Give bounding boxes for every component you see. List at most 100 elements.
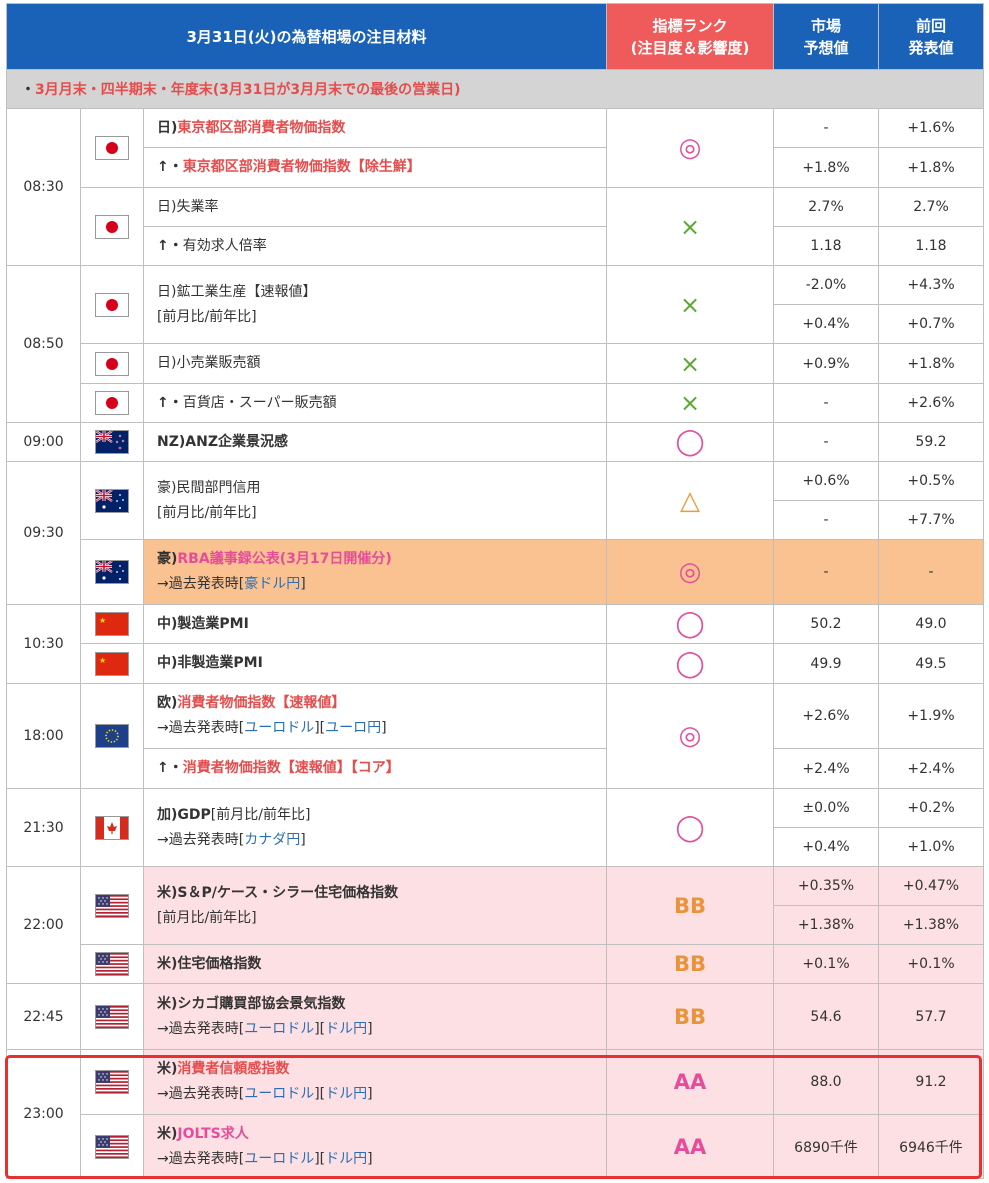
forecast-value: 49.9 xyxy=(773,643,879,684)
forecast-value: +1.38% xyxy=(773,905,879,945)
eu-flag-icon xyxy=(80,683,144,789)
australia-flag-icon xyxy=(80,461,144,540)
time-cell: 08:50 xyxy=(6,265,81,423)
triangle-icon: △ xyxy=(680,485,700,516)
circle-icon: ◯ xyxy=(675,609,705,639)
us-flag-icon xyxy=(80,983,144,1050)
forecast-value: +2.6% xyxy=(773,683,879,749)
link-audjpy[interactable]: 豪ドル円 xyxy=(244,576,300,592)
forecast-value: 6890千件 xyxy=(773,1114,879,1179)
forecast-header-line1: 市場 xyxy=(810,16,841,35)
past-release-label: →過去発表時 xyxy=(157,576,239,592)
month-end-note: ・3月月末・四半期末・年度末(3月31日が3月月末での最後の営業日) xyxy=(6,69,984,109)
indicator-case-shiller: 米)S＆P/ケース・シラー住宅価格指数 [前月比/前年比] xyxy=(143,866,607,945)
country-code: 日) xyxy=(157,119,178,136)
indicator-name: 消費者物価指数【速報値】【コア】 xyxy=(182,760,400,776)
rank-bb: BB xyxy=(606,944,774,984)
link-eurusd[interactable]: ユーロドル xyxy=(244,720,314,736)
country-code: 米) xyxy=(157,955,178,972)
japan-flag-icon xyxy=(80,187,144,266)
japan-flag-icon xyxy=(80,343,144,384)
rank-bb: BB xyxy=(606,866,774,945)
indicator-retail-sales: 日)小売業販売額 xyxy=(143,343,607,384)
indicator-name: 失業率 xyxy=(176,198,219,215)
sub-prefix: ↑・ xyxy=(157,237,183,254)
rank-circle: ◯ xyxy=(606,643,774,684)
link-eurusd[interactable]: ユーロドル xyxy=(244,1086,314,1102)
us-flag-icon xyxy=(80,1114,144,1179)
double-circle-icon: ◎ xyxy=(678,133,702,163)
time-cell: 09:30 xyxy=(6,461,81,605)
previous-value: +1.38% xyxy=(878,905,984,945)
us-flag-icon xyxy=(80,1049,144,1115)
indicator-name: 住宅価格指数 xyxy=(177,955,262,972)
previous-value: 2.7% xyxy=(878,187,984,227)
forecast-value: - xyxy=(773,422,879,462)
rank-cross: × xyxy=(606,343,774,384)
rank-triangle: △ xyxy=(606,461,774,540)
link-eurusd[interactable]: ユーロドル xyxy=(244,1151,314,1167)
country-code: 豪) xyxy=(157,479,177,496)
indicator-anz-business: NZ)ANZ企業景況感 xyxy=(143,422,607,462)
new-zealand-flag-icon xyxy=(80,422,144,462)
previous-header-line2: 発表値 xyxy=(908,38,954,57)
rank-cross: × xyxy=(606,187,774,266)
forecast-value: +0.4% xyxy=(773,827,879,867)
rank-bb-label: BB xyxy=(673,952,706,976)
indicator-house-price: 米)住宅価格指数 xyxy=(143,944,607,984)
svg-text:★: ★ xyxy=(99,616,106,625)
country-code: 加)GDP xyxy=(157,806,211,823)
link-usdjpy[interactable]: ドル円 xyxy=(325,1086,367,1102)
rank-cross: × xyxy=(606,265,774,344)
indicator-name: 消費者信頼感指数 xyxy=(177,1061,290,1077)
link-usdjpy[interactable]: ドル円 xyxy=(325,1151,367,1167)
indicator-unemployment: 日)失業率 xyxy=(143,187,607,227)
svg-text:★: ★ xyxy=(99,656,106,665)
canada-flag-icon xyxy=(80,788,144,867)
indicator-chicago-pmi: 米)シカゴ購買部協会景気指数 →過去発表時[ユーロドル][ドル円] xyxy=(143,983,607,1050)
rank-cross: × xyxy=(606,383,774,423)
rank-bb-label: BB xyxy=(673,1004,706,1029)
rank-circle: ◯ xyxy=(606,604,774,644)
indicator-eu-cpi: 欧)消費者物価指数【速報値】 →過去発表時[ユーロドル][ユーロ円] xyxy=(143,683,607,749)
forecast-value: +0.35% xyxy=(773,866,879,906)
double-circle-icon: ◎ xyxy=(678,721,702,751)
australia-flag-icon xyxy=(80,539,144,605)
previous-value: +1.0% xyxy=(878,827,984,867)
indicator-name: [前月比/前年比] xyxy=(210,806,311,823)
indicator-name: JOLTS求人 xyxy=(177,1125,249,1142)
china-flag-icon: ★ xyxy=(80,604,144,644)
sub-prefix: ↑・ xyxy=(157,159,183,175)
previous-value: - xyxy=(878,539,984,605)
country-code: 米) xyxy=(157,1061,178,1077)
indicator-name: 有効求人倍率 xyxy=(182,237,267,254)
forecast-value: 2.7% xyxy=(773,187,879,227)
indicator-china-nonmfg-pmi: 中)非製造業PMI xyxy=(143,643,607,684)
forecast-value: 50.2 xyxy=(773,604,879,644)
link-usdjpy[interactable]: ドル円 xyxy=(325,1021,367,1037)
previous-value: +0.2% xyxy=(878,788,984,828)
country-code: 欧) xyxy=(157,695,178,711)
rank-aa: AA xyxy=(606,1114,774,1179)
previous-value: +0.5% xyxy=(878,461,984,501)
time-cell: 09:00 xyxy=(6,422,81,462)
rank-double-circle: ◎ xyxy=(606,683,774,789)
cross-icon: × xyxy=(679,290,701,319)
link-eurjpy[interactable]: ユーロ円 xyxy=(325,720,381,736)
note-bullet: ・ xyxy=(21,82,35,98)
mom-yoy-note: [前月比/前年比] xyxy=(157,308,257,325)
link-cadjpy[interactable]: カナダ円 xyxy=(244,832,300,848)
us-flag-icon xyxy=(80,866,144,945)
link-eurusd[interactable]: ユーロドル xyxy=(244,1021,314,1037)
previous-value: 57.7 xyxy=(878,983,984,1050)
cross-icon: × xyxy=(679,389,701,417)
previous-value: 49.0 xyxy=(878,604,984,644)
previous-header: 前回 発表値 xyxy=(878,3,984,70)
indicator-consumer-confidence: 米)消費者信頼感指数 →過去発表時[ユーロドル][ドル円] xyxy=(143,1049,607,1115)
indicator-canada-gdp: 加)GDP[前月比/前年比] →過去発表時[カナダ円] xyxy=(143,788,607,867)
time-cell: 22:00 xyxy=(6,866,81,984)
time-cell: 08:30 xyxy=(6,108,81,266)
indicator-name: 鉱工業生産【速報値】 xyxy=(176,283,317,300)
past-release-label: →過去発表時 xyxy=(157,1020,239,1037)
indicator-tokyo-cpi: 日)東京都区部消費者物価指数 xyxy=(143,108,607,148)
